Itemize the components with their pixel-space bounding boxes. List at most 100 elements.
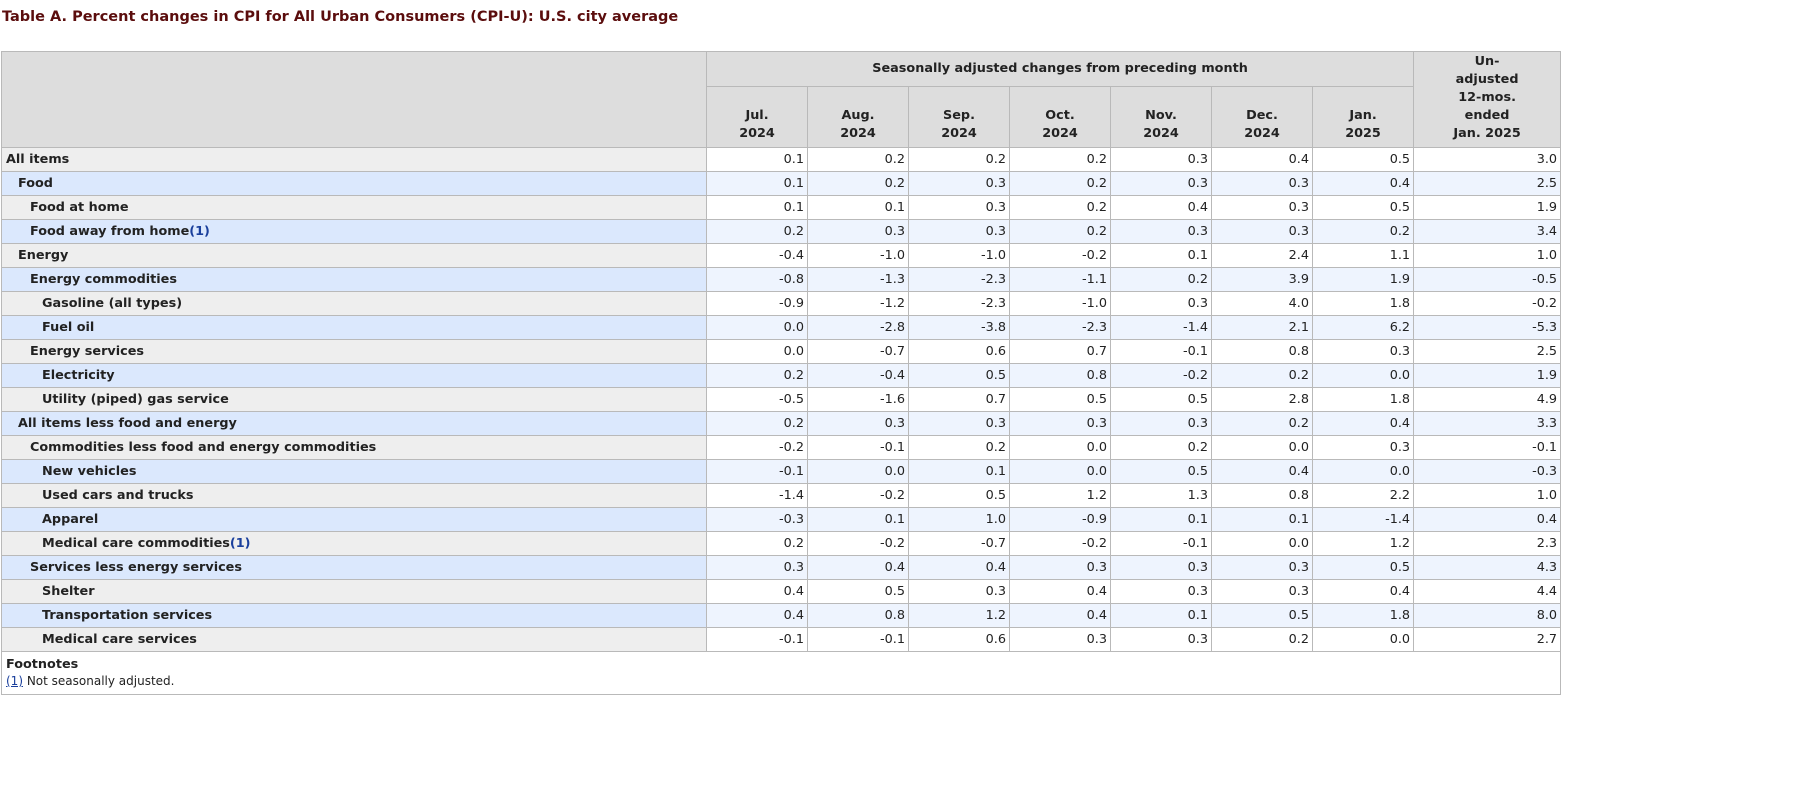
- row-label: Energy services: [1, 339, 707, 364]
- unadjusted-value-cell: 2.3: [1413, 531, 1562, 556]
- table-row: Medical care services -0.1 -0.1 0.6 0.3 0.3 0.…: [1, 627, 1562, 652]
- footnote-link[interactable]: (1): [6, 674, 23, 688]
- value-cell: 0.8: [1211, 339, 1313, 364]
- row-label: Shelter: [1, 579, 707, 604]
- value-cell: 1.8: [1311, 291, 1415, 316]
- table-row: Electricity 0.2 -0.4 0.5 0.8 -0.2 0.2 0.0 1.9: [1, 363, 1562, 388]
- footnote-ref-link[interactable]: (1): [189, 224, 210, 239]
- row-label-text: Commodities less food and energy commodi…: [30, 440, 377, 455]
- unadjusted-value-cell: 0.4: [1413, 507, 1562, 532]
- value-cell: 0.8: [807, 603, 909, 628]
- value-cell: 0.3: [1211, 219, 1313, 244]
- value-cell: 0.2: [706, 531, 808, 556]
- row-label-text: Utility (piped) gas service: [42, 392, 229, 407]
- value-cell: 0.3: [1110, 219, 1212, 244]
- row-label-text: Food away from home: [30, 224, 190, 239]
- table-row: Shelter 0.4 0.5 0.3 0.4 0.3 0.3 0.4 4.4: [1, 579, 1562, 604]
- unadjusted-value-cell: 1.9: [1413, 195, 1562, 220]
- footnotes-cell: Footnotes (1) Not seasonally adjusted.: [0, 651, 1562, 695]
- seasonally-adjusted-group-header: Seasonally adjusted changes from precedi…: [705, 51, 1415, 87]
- value-cell: 1.8: [1311, 603, 1415, 628]
- value-cell: 0.1: [706, 195, 808, 220]
- value-cell: -1.4: [1110, 315, 1212, 340]
- month-label: Nov.: [1145, 108, 1177, 123]
- row-label-text: Food at home: [30, 200, 129, 215]
- value-cell: 0.2: [807, 171, 909, 196]
- value-cell: -1.0: [807, 243, 909, 268]
- row-label: New vehicles: [1, 459, 707, 484]
- row-label-text: Apparel: [42, 512, 99, 527]
- footnote-item: (1) Not seasonally adjusted.: [6, 673, 1556, 690]
- table-row: Energy services 0.0 -0.7 0.6 0.7 -0.1 0.8 0.3 2.…: [1, 339, 1562, 364]
- unadjusted-value-cell: 3.0: [1413, 147, 1562, 172]
- table-row: Medical care commodities(1) 0.2 -0.2 -0.7 -0…: [1, 531, 1562, 556]
- value-cell: 0.3: [1009, 411, 1111, 436]
- value-cell: -0.1: [1110, 339, 1212, 364]
- value-cell: -0.7: [807, 339, 909, 364]
- value-cell: 0.2: [1009, 171, 1111, 196]
- unadjusted-column-header: Un-adjusted 12-mos. ended Jan. 2025: [1413, 51, 1562, 148]
- value-cell: 0.5: [1211, 603, 1313, 628]
- value-cell: -0.1: [1110, 531, 1212, 556]
- value-cell: 0.0: [1009, 459, 1111, 484]
- row-label: Food away from home(1): [1, 219, 707, 244]
- value-cell: 0.3: [1009, 627, 1111, 652]
- row-label-text: Transportation services: [42, 608, 213, 623]
- value-cell: 0.2: [706, 363, 808, 388]
- footnote-ref-link[interactable]: (1): [230, 536, 251, 551]
- value-cell: -0.9: [706, 291, 808, 316]
- value-cell: 0.3: [1110, 411, 1212, 436]
- year-label: 2024: [1042, 126, 1078, 141]
- row-label: Medical care commodities(1): [1, 531, 707, 556]
- row-label-text: Gasoline (all types): [42, 296, 183, 311]
- row-label: Energy: [1, 243, 707, 268]
- table-row: Utility (piped) gas service -0.5 -1.6 0.7 0.…: [1, 387, 1562, 412]
- value-cell: 0.7: [908, 387, 1010, 412]
- footnotes-row: Footnotes (1) Not seasonally adjusted.: [0, 651, 1562, 695]
- row-label-text: Food: [18, 176, 53, 191]
- value-cell: 0.2: [1211, 411, 1313, 436]
- value-cell: 0.3: [1110, 627, 1212, 652]
- value-cell: 1.2: [908, 603, 1010, 628]
- value-cell: 0.4: [1009, 579, 1111, 604]
- value-cell: 0.2: [807, 147, 909, 172]
- table-row: Commodities less food and energy commodi…: [1, 435, 1562, 460]
- value-cell: 0.2: [908, 435, 1010, 460]
- row-label: Medical care services: [1, 627, 707, 652]
- value-cell: 0.0: [1211, 435, 1313, 460]
- value-cell: -0.2: [807, 531, 909, 556]
- year-label: 2024: [1244, 126, 1280, 141]
- value-cell: -0.3: [706, 507, 808, 532]
- value-cell: -0.1: [807, 627, 909, 652]
- value-cell: 0.3: [807, 219, 909, 244]
- value-cell: 0.0: [1311, 459, 1415, 484]
- unadjusted-value-cell: -0.5: [1413, 267, 1562, 292]
- row-label: Used cars and trucks: [1, 483, 707, 508]
- value-cell: 0.5: [1009, 387, 1111, 412]
- value-cell: 0.3: [1211, 579, 1313, 604]
- row-label: Transportation services: [1, 603, 707, 628]
- value-cell: 0.4: [1009, 603, 1111, 628]
- month-header: Aug. 2024: [807, 86, 909, 148]
- value-cell: -0.2: [706, 435, 808, 460]
- value-cell: 0.3: [1110, 171, 1212, 196]
- value-cell: 0.0: [807, 459, 909, 484]
- value-cell: 0.4: [1311, 579, 1415, 604]
- month-label: Oct.: [1045, 108, 1075, 123]
- unadjusted-value-cell: 1.0: [1413, 483, 1562, 508]
- value-cell: 0.3: [1110, 555, 1212, 580]
- table-row: Services less energy services 0.3 0.4 0.4 0.…: [1, 555, 1562, 580]
- table-row: Transportation services 0.4 0.8 1.2 0.4 0.1 0.…: [1, 603, 1562, 628]
- value-cell: -1.1: [1009, 267, 1111, 292]
- table-row: All items 0.1 0.2 0.2 0.2 0.3 0.4 0.5 3.0: [1, 147, 1562, 172]
- value-cell: -0.8: [706, 267, 808, 292]
- value-cell: 1.1: [1311, 243, 1415, 268]
- unadjusted-value-cell: 3.4: [1413, 219, 1562, 244]
- value-cell: 0.3: [1211, 555, 1313, 580]
- value-cell: -0.2: [807, 483, 909, 508]
- value-cell: -0.2: [1009, 243, 1111, 268]
- row-label-text: Used cars and trucks: [42, 488, 194, 503]
- cpi-table: Seasonally adjusted changes from precedi…: [0, 51, 1562, 695]
- value-cell: 0.3: [1211, 195, 1313, 220]
- value-cell: -1.3: [807, 267, 909, 292]
